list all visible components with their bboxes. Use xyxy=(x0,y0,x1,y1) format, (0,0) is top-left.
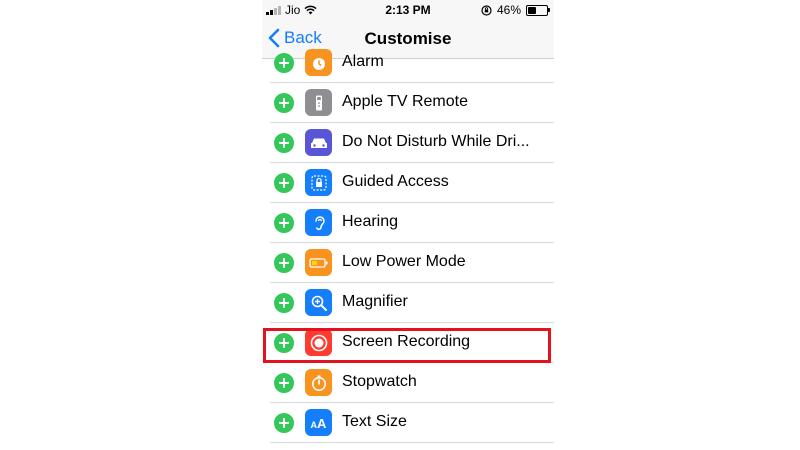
car-icon xyxy=(305,129,332,156)
magnifier-icon xyxy=(305,289,332,316)
list-item-label: Apple TV Remote xyxy=(342,93,468,110)
phone-screen: Jio 2:13 PM 46% Back Customise Alarm App… xyxy=(262,0,554,450)
list-item-label: Stopwatch xyxy=(342,373,417,390)
list-item-stopwatch[interactable]: Stopwatch xyxy=(262,363,554,403)
ear-icon xyxy=(305,209,332,236)
battery-icon xyxy=(526,4,550,16)
list-item-label: Magnifier xyxy=(342,293,408,310)
status-right: 46% xyxy=(481,3,550,17)
add-icon[interactable] xyxy=(274,133,294,153)
divider xyxy=(270,442,554,443)
svg-text:A: A xyxy=(317,416,327,431)
add-icon[interactable] xyxy=(274,173,294,193)
stopwatch-icon xyxy=(305,369,332,396)
list-item-do-not-disturb-while-driving[interactable]: Do Not Disturb While Dri... xyxy=(262,123,554,163)
list-item-label: Guided Access xyxy=(342,173,449,190)
battery-percent: 46% xyxy=(496,3,521,17)
list-item-label: Alarm xyxy=(342,53,384,70)
add-icon[interactable] xyxy=(274,253,294,273)
list-item-label: Hearing xyxy=(342,213,399,230)
alarm-icon xyxy=(305,49,332,76)
highlight-box xyxy=(263,328,551,363)
list-item-hearing[interactable]: Hearing xyxy=(262,203,554,243)
list-item-apple-tv-remote[interactable]: Apple TV Remote xyxy=(262,83,554,123)
add-icon[interactable] xyxy=(274,93,294,113)
orientation-lock-icon xyxy=(481,4,492,16)
list-item-alarm[interactable]: Alarm xyxy=(262,43,554,83)
list-item-text-size[interactable]: A A Text Size xyxy=(262,403,554,443)
remote-icon xyxy=(305,89,332,116)
add-icon[interactable] xyxy=(274,53,294,73)
add-icon[interactable] xyxy=(274,293,294,313)
status-bar: Jio 2:13 PM 46% xyxy=(262,0,554,20)
list-item-low-power-mode[interactable]: Low Power Mode xyxy=(262,243,554,283)
list-item-label: Do Not Disturb While Dri... xyxy=(342,133,530,150)
list-item-guided-access[interactable]: Guided Access xyxy=(262,163,554,203)
list-item-magnifier[interactable]: Magnifier xyxy=(262,283,554,323)
add-icon[interactable] xyxy=(274,413,294,433)
add-icon[interactable] xyxy=(274,213,294,233)
add-icon[interactable] xyxy=(274,373,294,393)
list-item-label: Low Power Mode xyxy=(342,253,466,270)
battery-icon xyxy=(305,249,332,276)
list-item-label: Text Size xyxy=(342,413,407,430)
text-size-icon: A A xyxy=(305,409,332,436)
lock-icon xyxy=(305,169,332,196)
